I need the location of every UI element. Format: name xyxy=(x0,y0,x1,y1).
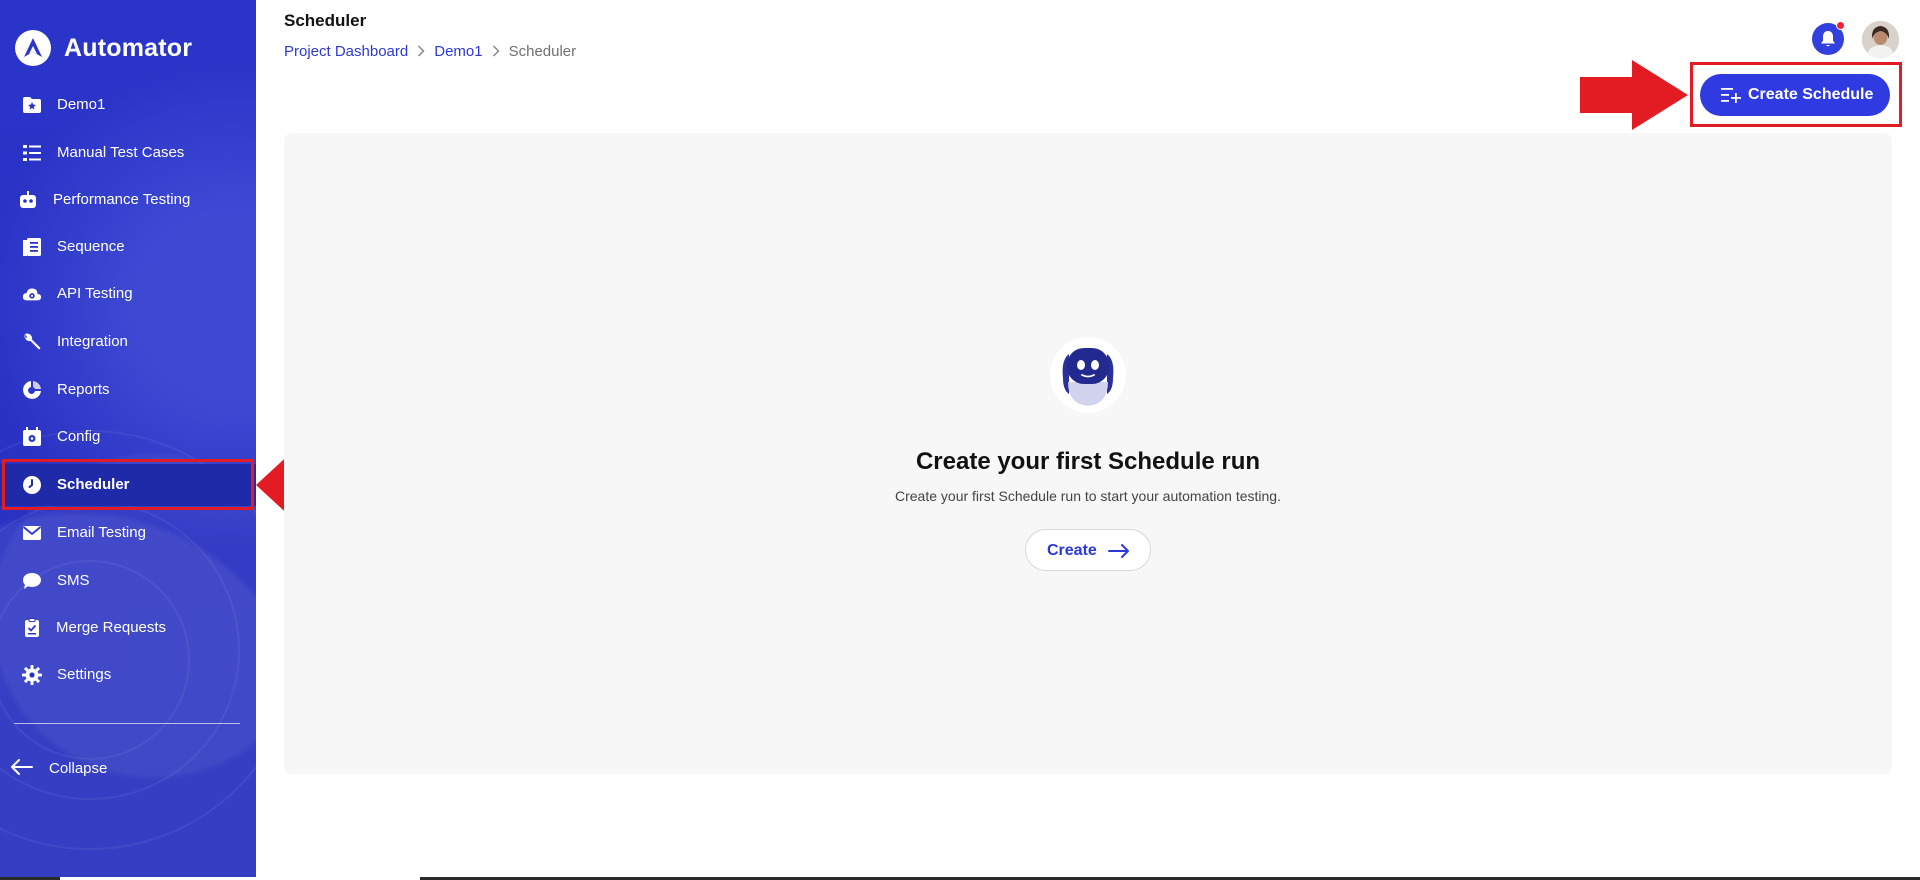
sidebar-item-label: Email Testing xyxy=(57,524,146,541)
cloud-gear-icon xyxy=(22,284,42,304)
sidebar-item-performance-testing[interactable]: Performance Testing xyxy=(0,179,256,221)
sidebar-item-demo1[interactable]: Demo1 xyxy=(0,84,256,126)
chevron-right-icon xyxy=(417,44,425,60)
sidebar-item-label: API Testing xyxy=(57,285,133,302)
document-stack-icon xyxy=(22,237,42,257)
page-title: Scheduler xyxy=(284,11,367,30)
create-schedule-label: Create Schedule xyxy=(1748,86,1874,103)
sidebar-item-sms[interactable]: SMS xyxy=(0,560,256,602)
sidebar-divider xyxy=(14,723,240,724)
arrow-right-icon xyxy=(1108,543,1130,564)
sidebar: Automator Demo1 Manual Test Cases Perfor… xyxy=(0,0,256,880)
app-name: Automator xyxy=(64,33,193,62)
robot-illustration-icon xyxy=(1050,337,1126,413)
list-icon xyxy=(22,143,42,163)
sidebar-item-settings[interactable]: Settings xyxy=(0,654,256,696)
breadcrumb: Project Dashboard Demo1 Scheduler xyxy=(284,43,576,60)
chat-bubble-icon xyxy=(22,571,42,591)
app-window: Automator Demo1 Manual Test Cases Perfor… xyxy=(0,0,1920,880)
envelope-icon xyxy=(22,523,42,543)
sidebar-item-label: Sequence xyxy=(57,238,125,255)
bell-icon xyxy=(1821,31,1835,47)
scheduler-highlight-box xyxy=(2,459,254,510)
sidebar-item-label: Manual Test Cases xyxy=(57,144,185,161)
chevron-right-icon xyxy=(492,44,500,60)
sidebar-item-email-testing[interactable]: Email Testing xyxy=(0,512,256,554)
breadcrumb-project-dashboard[interactable]: Project Dashboard xyxy=(284,43,408,60)
sidebar-item-label: Performance Testing xyxy=(53,191,191,208)
create-button-label: Create xyxy=(1047,542,1097,559)
sidebar-item-sequence[interactable]: Sequence xyxy=(0,226,256,268)
sidebar-item-label: Config xyxy=(57,428,101,445)
sidebar-item-label: Merge Requests xyxy=(56,619,167,636)
collapse-button[interactable]: Collapse xyxy=(0,750,256,786)
folder-star-icon xyxy=(22,95,42,115)
logo-icon xyxy=(15,30,51,66)
robot-icon xyxy=(18,190,38,210)
avatar[interactable] xyxy=(1862,21,1899,58)
notification-dot xyxy=(1836,21,1845,30)
sidebar-item-merge-requests[interactable]: Merge Requests xyxy=(0,607,256,649)
collapse-label: Collapse xyxy=(49,760,108,777)
wrench-icon xyxy=(22,332,42,352)
pie-chart-icon xyxy=(22,380,42,400)
sidebar-item-label: Settings xyxy=(57,666,112,683)
user-avatar-icon xyxy=(1862,21,1899,58)
sidebar-item-reports[interactable]: Reports xyxy=(0,369,256,411)
sidebar-item-api-testing[interactable]: API Testing xyxy=(0,273,256,315)
add-list-icon xyxy=(1721,87,1741,108)
empty-state-subtitle: Create your first Schedule run to start … xyxy=(895,488,1281,504)
clipboard-icon xyxy=(22,618,42,638)
red-arrow-right-icon xyxy=(1580,60,1688,130)
create-schedule-button[interactable]: Create Schedule xyxy=(1700,74,1890,116)
arrow-left-icon xyxy=(10,758,34,780)
logo[interactable]: Automator xyxy=(15,30,192,66)
breadcrumb-current: Scheduler xyxy=(508,43,577,60)
sidebar-item-label: Demo1 xyxy=(57,96,106,113)
breadcrumb-demo1[interactable]: Demo1 xyxy=(434,43,482,60)
sidebar-item-manual-test-cases[interactable]: Manual Test Cases xyxy=(0,132,256,174)
empty-state-title: Create your first Schedule run xyxy=(915,448,1261,475)
sidebar-item-config[interactable]: Config xyxy=(0,416,256,458)
sidebar-item-label: Reports xyxy=(57,381,110,398)
create-button[interactable]: Create xyxy=(1025,529,1151,571)
calendar-gear-icon xyxy=(22,427,42,447)
gear-icon xyxy=(22,665,42,685)
sidebar-item-label: SMS xyxy=(57,572,90,589)
sidebar-item-label: Integration xyxy=(57,333,128,350)
sidebar-item-integration[interactable]: Integration xyxy=(0,321,256,363)
